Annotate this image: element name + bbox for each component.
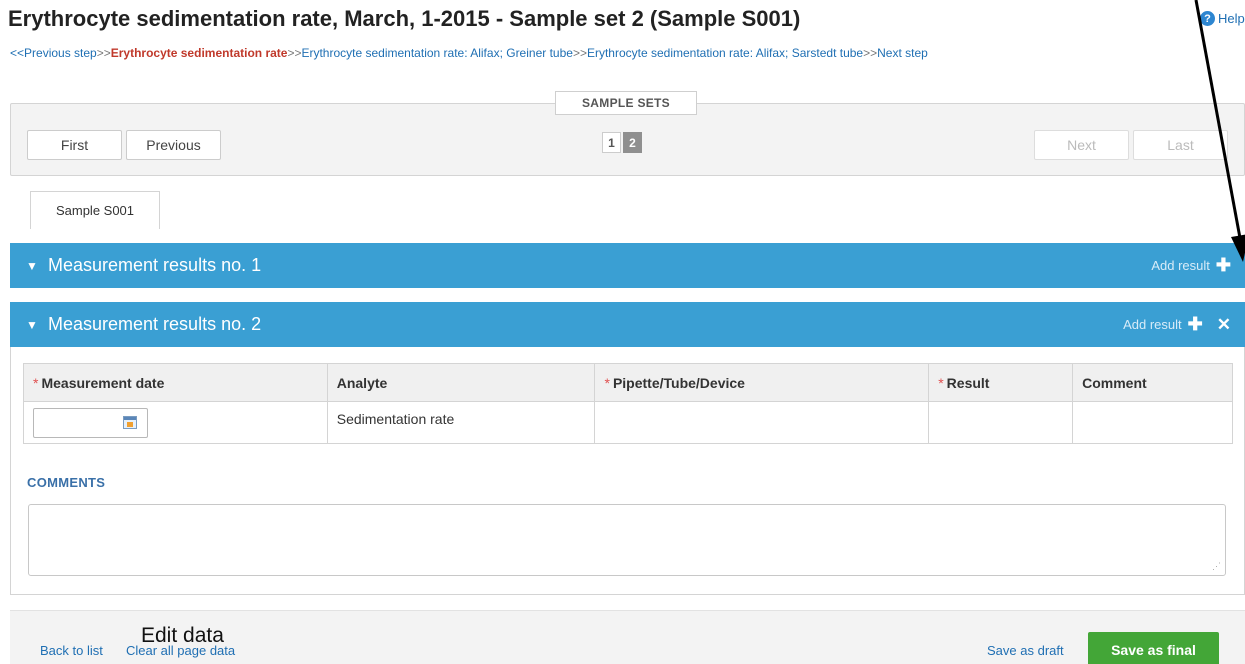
measurement-results-1-header[interactable]: ▼ Measurement results no. 1 Add result ✚	[10, 243, 1245, 288]
next-button[interactable]: Next	[1034, 130, 1129, 160]
add-result-label: Add result	[1123, 317, 1182, 332]
required-marker: *	[938, 374, 944, 391]
analyte-cell: Sedimentation rate	[326, 401, 596, 444]
required-marker: *	[604, 374, 610, 391]
page-title: Erythrocyte sedimentation rate, March, 1…	[8, 6, 801, 31]
annotation-caption: Edit data	[141, 624, 224, 647]
measurement-results-2-header[interactable]: ▼ Measurement results no. 2 Add result ✚…	[10, 302, 1245, 347]
help-link[interactable]: ? Help	[1200, 11, 1245, 26]
device-cell[interactable]	[594, 401, 930, 444]
measurement-date-input[interactable]	[33, 408, 148, 438]
page-numbers: 1 2	[602, 132, 642, 153]
close-icon[interactable]: ✕	[1217, 315, 1231, 335]
breadcrumb-previous-step[interactable]: <<Previous step	[10, 46, 97, 60]
previous-button[interactable]: Previous	[126, 130, 221, 160]
comments-label: COMMENTS	[27, 475, 106, 490]
add-result-button[interactable]: Add result ✚ ✕	[1123, 302, 1231, 347]
save-as-draft-link[interactable]: Save as draft	[987, 643, 1064, 658]
column-header-analyte: Analyte	[326, 363, 596, 402]
table-header-row: * Measurement date Analyte * Pipette/Tube/…	[23, 363, 1233, 402]
first-button[interactable]: First	[27, 130, 122, 160]
plus-icon: ✚	[1215, 255, 1231, 275]
measurement-results-1-title: Measurement results no. 1	[48, 255, 262, 275]
comments-textarea[interactable]: ⋰	[28, 504, 1226, 576]
collapse-triangle-icon[interactable]: ▼	[26, 259, 40, 273]
measurement-results-2-title: Measurement results no. 2	[48, 314, 262, 334]
resize-grip-icon[interactable]: ⋰	[1212, 561, 1221, 572]
calendar-icon[interactable]	[123, 416, 137, 429]
breadcrumb-separator: >>	[96, 46, 111, 60]
breadcrumb-separator: >>	[863, 46, 878, 60]
column-header-device: * Pipette/Tube/Device	[594, 363, 930, 402]
measurement-date-cell	[23, 401, 328, 444]
plus-icon: ✚	[1187, 314, 1203, 334]
column-header-comment: Comment	[1072, 363, 1233, 402]
required-marker: *	[33, 374, 39, 391]
results-table: * Measurement date Analyte * Pipette/Tube/…	[23, 363, 1233, 444]
help-label: Help	[1218, 11, 1245, 26]
sample-sets-legend: SAMPLE SETS	[555, 91, 697, 115]
add-result-label: Add result	[1151, 258, 1210, 273]
help-icon: ?	[1200, 11, 1215, 26]
breadcrumb-step-greiner[interactable]: Erythrocyte sedimentation rate: Alifax; …	[301, 46, 572, 60]
page-number-1[interactable]: 1	[602, 132, 621, 153]
tab-sample-s001[interactable]: Sample S001	[30, 191, 160, 229]
breadcrumb: <<Previous step>>Erythrocyte sedimentati…	[10, 46, 928, 60]
result-cell[interactable]	[928, 401, 1074, 444]
breadcrumb-separator: >>	[287, 46, 302, 60]
column-header-result: * Result	[928, 363, 1074, 402]
save-as-final-button[interactable]: Save as final	[1088, 632, 1219, 664]
page-number-2[interactable]: 2	[623, 132, 642, 153]
breadcrumb-separator: >>	[572, 46, 587, 60]
breadcrumb-next-step[interactable]: Next step	[877, 46, 928, 60]
collapse-triangle-icon[interactable]: ▼	[26, 318, 40, 332]
table-row: Sedimentation rate	[23, 401, 1233, 444]
comment-cell[interactable]	[1072, 401, 1233, 444]
back-to-list-link[interactable]: Back to list	[40, 643, 103, 658]
last-button[interactable]: Last	[1133, 130, 1228, 160]
breadcrumb-current-step: Erythrocyte sedimentation rate	[110, 46, 288, 60]
column-header-measurement-date: * Measurement date	[23, 363, 328, 402]
breadcrumb-step-sarstedt[interactable]: Erythrocyte sedimentation rate: Alifax; …	[587, 46, 863, 60]
add-result-button[interactable]: Add result ✚	[1151, 243, 1231, 288]
